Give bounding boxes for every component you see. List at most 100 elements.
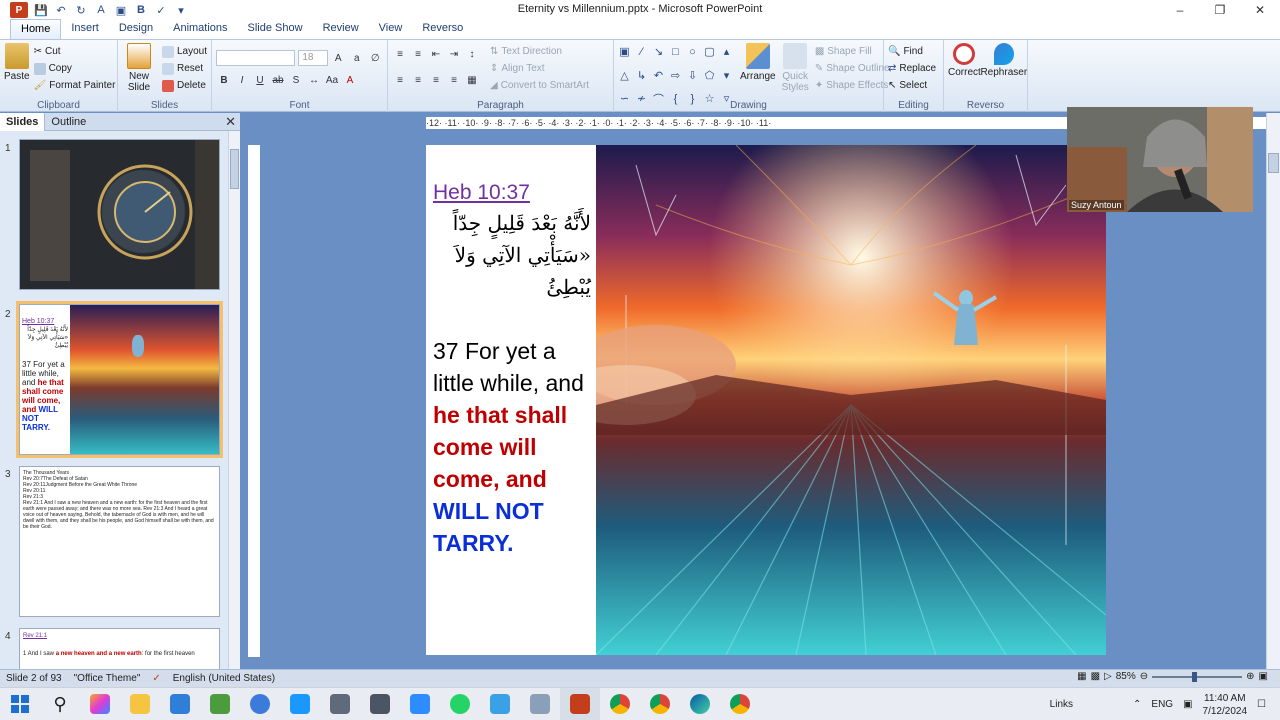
char-spacing-icon[interactable]: ↔ — [306, 72, 322, 88]
undo-icon[interactable]: ↶ — [54, 3, 68, 17]
pane-scrollbar[interactable] — [228, 131, 240, 669]
utility-icon[interactable] — [520, 688, 560, 720]
align-center-icon[interactable]: ≡ — [410, 72, 426, 88]
snip-icon[interactable] — [480, 688, 520, 720]
arabic-verse[interactable]: لأَنَّهُ بَعْدَ قَلِيلٍ جِدّاً «سَيَأْتِ… — [436, 207, 591, 303]
verse-reference-link[interactable]: Heb 10:37 — [433, 181, 530, 205]
text-direction-button[interactable]: ⇅ Text Direction — [490, 43, 589, 60]
increase-indent-icon[interactable]: ⇥ — [446, 46, 462, 62]
shape-effects-button[interactable]: ✦ Shape Effects — [815, 77, 890, 94]
links-toolbar[interactable]: Links — [1050, 699, 1073, 710]
format-painter-button[interactable]: 🖌 Format Painter — [34, 77, 116, 94]
slide-thumbnail-3[interactable]: The Thousand Years Rev 20:7The Defeat of… — [19, 466, 220, 617]
strikethrough-icon[interactable]: ab — [270, 72, 286, 88]
triangle-shape-icon[interactable]: △ — [618, 69, 631, 82]
rectangle-shape-icon[interactable]: □ — [669, 45, 682, 58]
grow-font-icon[interactable]: A — [331, 50, 347, 66]
tab-slides[interactable]: Slides — [0, 112, 46, 131]
shrink-font-icon[interactable]: a — [349, 50, 365, 66]
redo-icon[interactable]: ↻ — [74, 3, 88, 17]
close-button[interactable]: ✕ — [1240, 0, 1280, 20]
search-icon[interactable]: ⚲ — [40, 688, 80, 720]
gallery-down-icon[interactable]: ▾ — [720, 69, 733, 82]
restore-button[interactable]: ❐ — [1200, 0, 1240, 20]
clock[interactable]: 11:40 AM 7/12/2024 — [1203, 692, 1248, 718]
select-button[interactable]: ↖ Select — [888, 77, 939, 94]
right-arrow-shape-icon[interactable]: ⇨ — [669, 69, 682, 82]
convert-smartart-button[interactable]: ◢ Convert to SmartArt — [490, 77, 589, 94]
zoom-out-icon[interactable]: ⊖ — [1140, 671, 1148, 682]
curved-connector-icon[interactable]: ↶ — [652, 69, 665, 82]
delete-button[interactable]: Delete — [161, 77, 207, 94]
zoom-slider-thumb[interactable] — [1192, 671, 1198, 682]
down-arrow-shape-icon[interactable]: ⇩ — [686, 69, 699, 82]
shape-fill-button[interactable]: ▩ Shape Fill — [815, 43, 890, 60]
network-icon[interactable]: ▣ — [1183, 699, 1192, 710]
normal-view-icon[interactable]: ▦ — [1077, 671, 1086, 682]
font-color-icon[interactable]: A — [342, 72, 358, 88]
change-case-icon[interactable]: Aa — [324, 72, 340, 88]
bold-qat-icon[interactable]: B — [134, 3, 148, 17]
font-size-select[interactable]: 18 — [298, 50, 328, 66]
chrome-icon-2[interactable] — [640, 688, 680, 720]
font-name-select[interactable] — [216, 50, 296, 66]
shape-outline-button[interactable]: ✎ Shape Outline — [815, 60, 890, 77]
find-button[interactable]: 🔍 Find — [888, 43, 939, 60]
justify-icon[interactable]: ≡ — [446, 72, 462, 88]
align-text-button[interactable]: ⇕ Align Text — [490, 60, 589, 77]
zoom-slider[interactable] — [1152, 671, 1243, 682]
bullets-icon[interactable]: ≡ — [392, 46, 408, 62]
bold-icon[interactable]: B — [216, 72, 232, 88]
columns-icon[interactable]: ▦ — [464, 72, 480, 88]
editor-scroll-thumb[interactable] — [1268, 153, 1279, 173]
tab-home[interactable]: Home — [10, 19, 62, 39]
language-indicator[interactable]: ENG — [1151, 699, 1173, 710]
notification-icon[interactable]: ☐ — [1257, 699, 1266, 710]
tab-outline[interactable]: Outline — [45, 113, 92, 131]
replace-button[interactable]: ⇄ Replace — [888, 60, 939, 77]
numbering-icon[interactable]: ≡ — [410, 46, 426, 62]
tab-insert[interactable]: Insert — [61, 19, 109, 39]
shadow-icon[interactable]: S — [288, 72, 304, 88]
layout-button[interactable]: Layout — [161, 43, 207, 60]
chrome-icon-3[interactable] — [720, 688, 760, 720]
spelling-status-icon[interactable]: ✓ — [146, 673, 166, 684]
language-status[interactable]: English (United States) — [167, 673, 281, 684]
zoom-in-icon[interactable]: ⊕ — [1246, 671, 1254, 682]
arrow-shape-icon[interactable]: ↘ — [652, 45, 665, 58]
prime-video-icon[interactable] — [280, 688, 320, 720]
notes-icon[interactable] — [320, 688, 360, 720]
textbox-shape-icon[interactable]: ▣ — [618, 45, 631, 58]
windows-start-icon[interactable] — [0, 688, 40, 720]
pane-scroll-thumb[interactable] — [230, 149, 239, 189]
gallery-up-icon[interactable]: ▴ — [720, 45, 733, 58]
english-verse[interactable]: 37 For yet a little while, and he that s… — [433, 335, 595, 559]
spelling-icon[interactable]: ✓ — [154, 3, 168, 17]
sorter-view-icon[interactable]: ▩ — [1091, 671, 1100, 682]
minimize-button[interactable]: – — [1160, 0, 1200, 20]
underline-icon[interactable]: U — [252, 72, 268, 88]
rounded-rect-shape-icon[interactable]: ▢ — [703, 45, 716, 58]
zoom-level[interactable]: 85% — [1116, 671, 1136, 682]
align-right-icon[interactable]: ≡ — [428, 72, 444, 88]
current-slide[interactable]: Heb 10:37 لأَنَّهُ بَعْدَ قَلِيلٍ جِدّاً… — [426, 145, 1106, 655]
reset-button[interactable]: Reset — [161, 60, 207, 77]
chat-icon[interactable] — [240, 688, 280, 720]
save-icon[interactable]: 💾 — [34, 3, 48, 17]
camera-icon[interactable] — [360, 688, 400, 720]
align-left-icon[interactable]: ≡ — [392, 72, 408, 88]
font-color-icon[interactable]: A — [94, 3, 108, 17]
slide-thumbnail-1[interactable] — [19, 139, 220, 290]
clear-format-icon[interactable]: ∅ — [368, 50, 384, 66]
app-icon[interactable] — [200, 688, 240, 720]
elbow-connector-icon[interactable]: ↳ — [635, 69, 648, 82]
store-icon[interactable] — [160, 688, 200, 720]
tab-design[interactable]: Design — [109, 19, 163, 39]
flowchart-shape-icon[interactable]: ⬠ — [703, 69, 716, 82]
customize-qat-icon[interactable]: ▾ — [174, 3, 188, 17]
zoom-icon[interactable] — [400, 688, 440, 720]
whatsapp-icon[interactable] — [440, 688, 480, 720]
slideshow-view-icon[interactable]: ▷ — [1104, 671, 1112, 682]
line-spacing-icon[interactable]: ↕ — [464, 46, 480, 62]
tab-animations[interactable]: Animations — [163, 19, 237, 39]
